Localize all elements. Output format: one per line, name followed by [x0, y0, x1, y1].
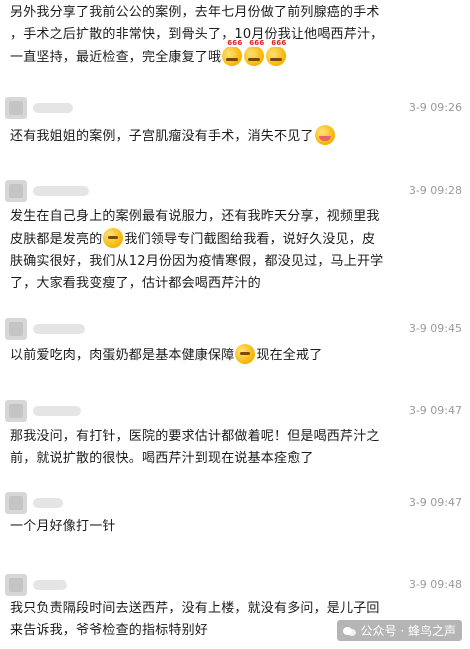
message-time: 3-9 09:26	[408, 101, 462, 114]
sender-name-blurred	[33, 186, 89, 196]
watermark-label: 公众号 · 蜂鸟之声	[360, 624, 456, 638]
message-time: 3-9 09:48	[408, 578, 462, 591]
thinking-emoji-icon	[235, 344, 256, 364]
message-1-text: 还有我姐姐的案例，子宫肌瘤没有手术，消失不见了	[10, 125, 460, 148]
666-emoji-icon: 666	[244, 39, 266, 66]
message-3-text: 以前爱吃肉，肉蛋奶都是基本健康保障 现在全戒了	[10, 344, 460, 367]
avatar[interactable]	[5, 492, 27, 514]
sender-name-blurred	[33, 498, 63, 508]
message-2-text: 发生在自己身上的案例最有说服力，还有我昨天分享，视频里我 皮肤都是发亮的 我们领导…	[10, 206, 460, 295]
avatar[interactable]	[5, 318, 27, 340]
message-line: 还有我姐姐的案例，子宫肌瘤没有手术，消失不见了	[10, 125, 460, 148]
message-header: 3-9 09:26	[0, 95, 470, 123]
message-line: 发生在自己身上的案例最有说服力，还有我昨天分享，视频里我	[10, 209, 380, 224]
message-line: 肤确实很好，我们从12月份因为疫情寒假，都没见过，马上开学	[10, 254, 384, 269]
avatar[interactable]	[5, 97, 27, 119]
avatar[interactable]	[5, 400, 27, 422]
message-4-text: 那我没问，有打针，医院的要求估计都做着呢！但是喝西芹汁之 前，就说扩散的很快。喝…	[10, 426, 460, 470]
avatar[interactable]	[5, 180, 27, 202]
message-header: 3-9 09:45	[0, 316, 470, 344]
message-line: 一个月好像打一针	[10, 519, 116, 534]
sender-name-blurred	[33, 406, 81, 416]
message-header: 3-9 09:47	[0, 398, 470, 426]
watermark: 公众号 · 蜂鸟之声	[336, 620, 462, 641]
blush-emoji-icon	[314, 125, 335, 145]
message-time: 3-9 09:47	[408, 404, 462, 417]
sender-name-blurred	[33, 103, 73, 113]
666-emoji-icon: 666	[266, 39, 288, 66]
message-line: 另外我分享了我前公公的案例，去年七月份做了前列腺癌的手术	[10, 5, 380, 20]
message-line: 了，大家看我变瘦了，估计都会喝西芹汁的	[10, 276, 261, 291]
message-header: 3-9 09:28	[0, 178, 470, 206]
message-line: 前，就说扩散的很快。喝西芹汁到现在说基本痊愈了	[10, 451, 314, 466]
message-line: 那我没问，有打针，医院的要求估计都做着呢！但是喝西芹汁之	[10, 429, 380, 444]
sender-name-blurred	[33, 324, 85, 334]
avatar[interactable]	[5, 574, 27, 596]
message-line: 一直坚持，最近检查，完全康复了哦 666 666 666	[10, 39, 288, 66]
message-time: 3-9 09:45	[408, 322, 462, 335]
message-line: 以前爱吃肉，肉蛋奶都是基本健康保障 现在全戒了	[10, 344, 460, 367]
sender-name-blurred	[33, 580, 67, 590]
message-header: 3-9 09:47	[0, 490, 470, 518]
thinking-emoji-icon	[103, 228, 124, 248]
message-5-text: 一个月好像打一针	[10, 516, 460, 538]
message-time: 3-9 09:47	[408, 496, 462, 509]
message-header: 3-9 09:48	[0, 572, 470, 600]
wechat-icon	[342, 625, 357, 637]
message-line: 我只负责隔段时间去送西芹，没有上楼，就没有多问，是儿子回	[10, 601, 380, 616]
message-time: 3-9 09:28	[408, 184, 462, 197]
666-emoji-icon: 666	[222, 39, 244, 66]
message-0-text: 另外我分享了我前公公的案例，去年七月份做了前列腺癌的手术 ，手术之后扩散的非常快…	[10, 2, 460, 69]
message-line: 皮肤都是发亮的 我们领导专门截图给我看，说好久没见，皮	[10, 228, 460, 251]
